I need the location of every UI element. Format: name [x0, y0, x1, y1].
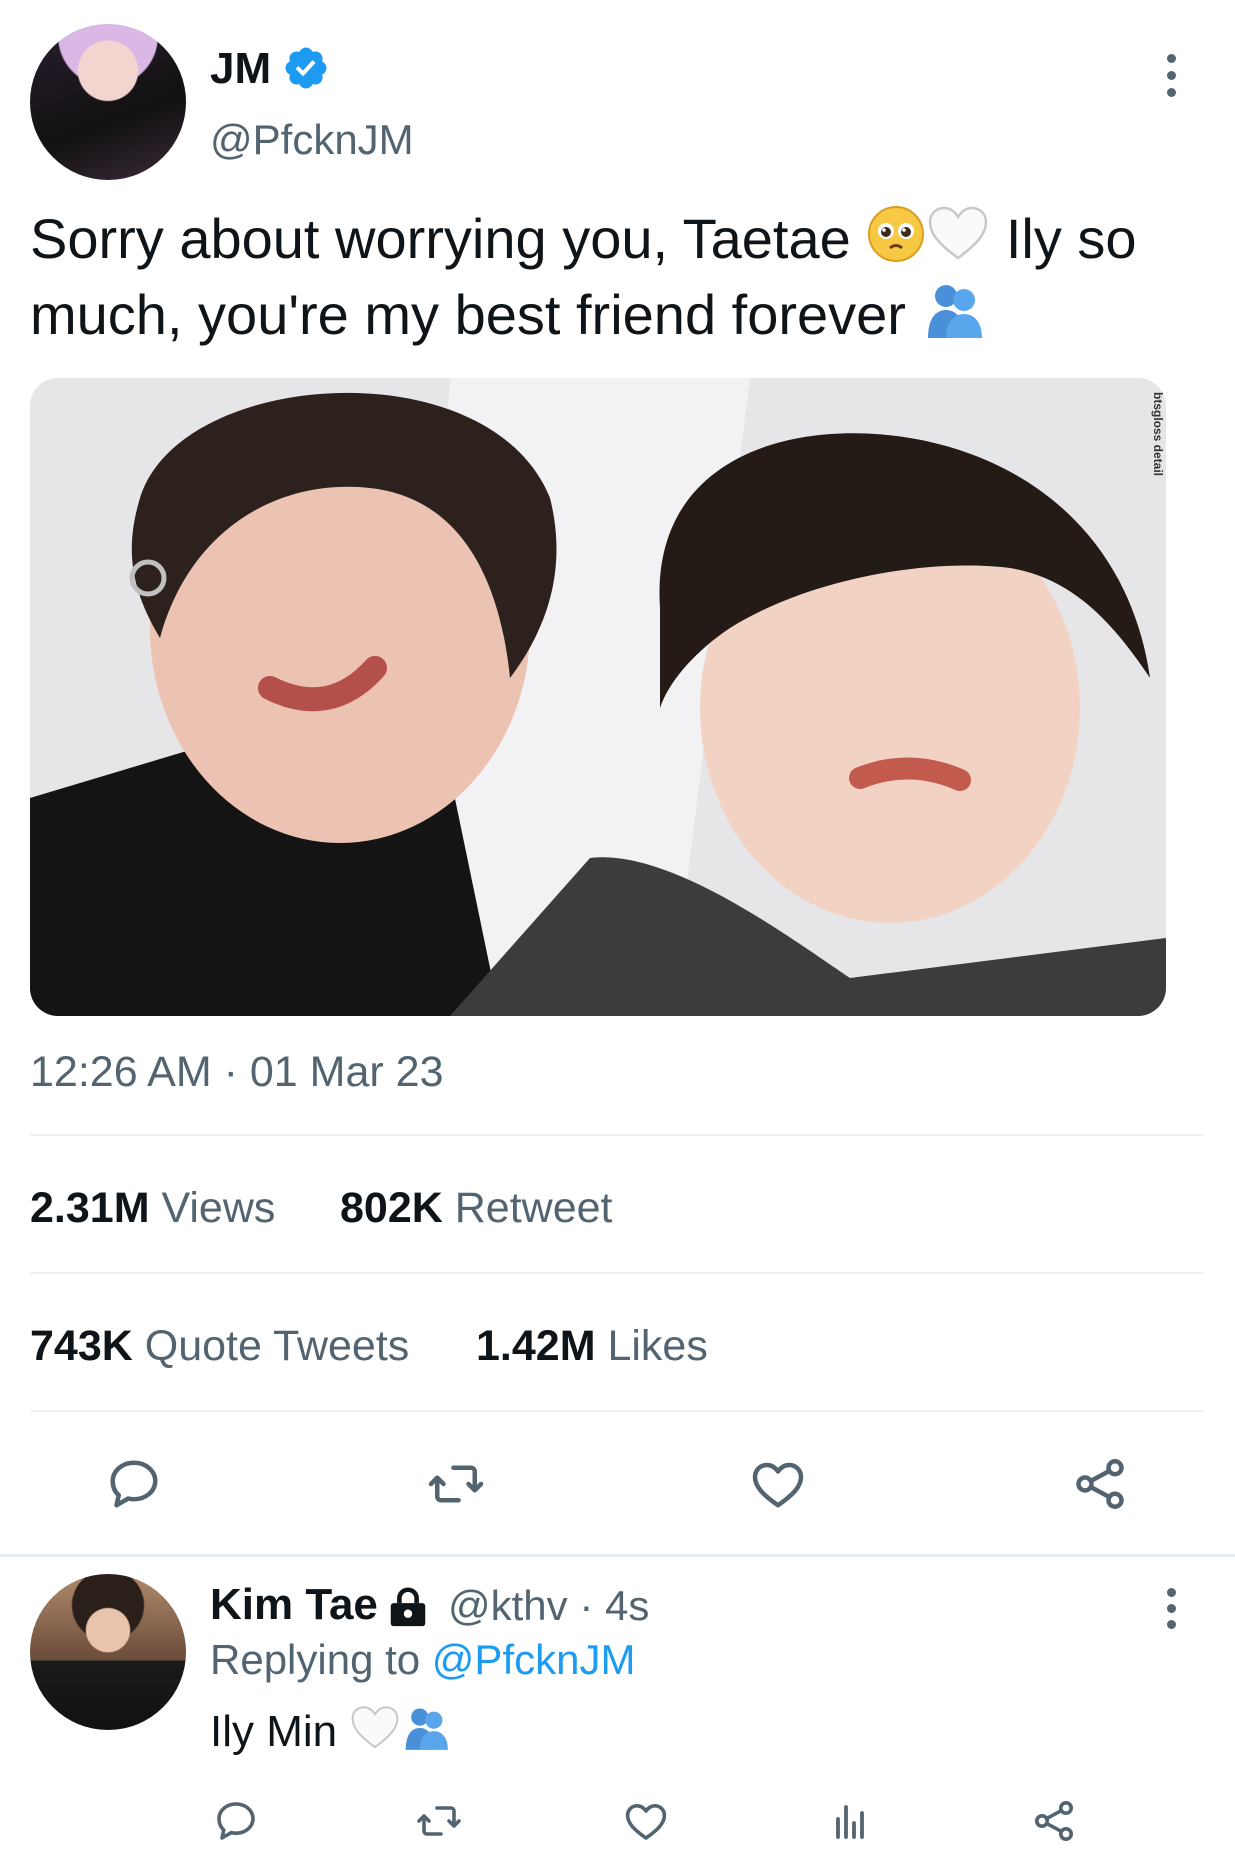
reply-author-avatar[interactable] [30, 1574, 186, 1730]
divider [30, 1134, 1204, 1136]
like-icon[interactable] [622, 1797, 670, 1845]
reply-time: · 4s [567, 1582, 650, 1629]
people-hugging-emoji [401, 1704, 451, 1763]
white-heart-emoji [349, 1704, 401, 1763]
thread-separator [0, 1554, 1235, 1557]
people-hugging-emoji [922, 280, 986, 356]
photo-watermark: btsgloss detail [1151, 392, 1165, 476]
reply-author-handle[interactable]: @kthv · 4s [448, 1582, 649, 1630]
more-icon[interactable] [1156, 1584, 1186, 1644]
white-heart-emoji [926, 204, 990, 280]
tweet-timestamp[interactable]: 12:26 AM · 01 Mar 23 [30, 1048, 444, 1097]
lock-icon [390, 1587, 426, 1627]
more-icon[interactable] [1156, 46, 1186, 106]
retweet-icon[interactable] [415, 1797, 463, 1845]
pleading-face-emoji [866, 204, 926, 280]
reply-icon[interactable] [104, 1454, 164, 1514]
likes-stat[interactable]: 1.42M Likes [476, 1322, 708, 1371]
verified-icon [285, 47, 327, 89]
retweet-stat[interactable]: 802K Retweet [340, 1184, 613, 1233]
replying-to-handle[interactable]: @PfcknJM [432, 1636, 636, 1683]
reply-text: Ily Min [210, 1704, 451, 1763]
tweet-text: Sorry about worrying you, Taetae Ily so … [30, 204, 1210, 356]
author-avatar[interactable] [30, 24, 186, 180]
retweet-icon[interactable] [426, 1454, 486, 1514]
divider [30, 1272, 1204, 1274]
quote-tweets-stat[interactable]: 743K Quote Tweets [30, 1322, 409, 1371]
like-icon[interactable] [748, 1454, 808, 1514]
tweet-photo[interactable]: btsgloss detail [30, 378, 1166, 1016]
author-name[interactable]: JM [210, 44, 271, 94]
replying-to: Replying to @PfcknJM [210, 1636, 636, 1683]
reply-author-name[interactable]: Kim Tae [210, 1580, 378, 1630]
share-icon[interactable] [1070, 1454, 1130, 1514]
author-handle[interactable]: @PfcknJM [210, 116, 414, 164]
photo-illustration: btsgloss detail [30, 378, 1166, 1016]
divider [30, 1410, 1204, 1412]
reply-icon[interactable] [212, 1797, 260, 1845]
views-stat: 2.31M Views [30, 1184, 276, 1232]
analytics-icon[interactable] [826, 1797, 874, 1845]
share-icon[interactable] [1030, 1797, 1078, 1845]
